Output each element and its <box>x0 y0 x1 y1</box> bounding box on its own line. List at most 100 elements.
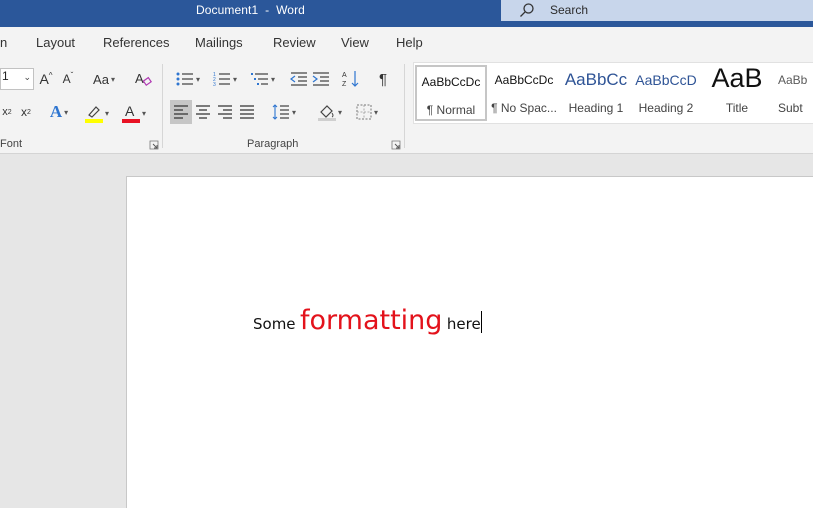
group-separator <box>162 64 163 148</box>
line-spacing-icon <box>272 104 289 120</box>
font-dialog-launcher-icon[interactable] <box>149 140 159 150</box>
borders-icon <box>356 104 372 120</box>
chevron-down-icon: ▾ <box>141 108 146 118</box>
sort-button[interactable]: AZ <box>341 68 363 90</box>
grow-font-button[interactable]: A ^ <box>37 70 55 88</box>
grow-font-icon: ^ <box>48 70 53 80</box>
style-preview: AaBbCcD <box>635 72 697 88</box>
chevron-down-icon: ▾ <box>195 74 200 84</box>
style-title[interactable]: AaB Title <box>701 65 773 121</box>
search-box[interactable]: Search <box>501 0 813 21</box>
numbering-button[interactable]: 123 ▾ <box>208 68 242 90</box>
align-left-icon <box>174 105 188 119</box>
chevron-down-icon: ▾ <box>337 107 342 117</box>
align-right-icon <box>218 105 232 119</box>
style-preview: AaB <box>711 65 763 93</box>
chevron-down-icon: ⌄ <box>23 72 31 82</box>
style-subtitle[interactable]: AaBb Subt <box>772 65 812 121</box>
highlighter-icon <box>84 106 103 123</box>
align-center-icon <box>196 105 210 119</box>
shrink-font-button[interactable]: Aˇ <box>59 70 77 88</box>
font-size-combo[interactable]: 1 ⌄ <box>0 68 34 90</box>
increase-indent-icon <box>312 72 329 86</box>
decrease-indent-button[interactable] <box>289 68 309 90</box>
justify-button[interactable] <box>236 100 258 124</box>
ribbon: 1 ⌄ A ^ Aˇ Aa ▾ A x2 x2 A ▾ ▾ A ▾ Font ▾… <box>0 58 813 154</box>
svg-text:A: A <box>342 72 347 79</box>
chevron-down-icon: ▾ <box>104 108 109 118</box>
increase-indent-button[interactable] <box>311 68 331 90</box>
clear-formatting-button[interactable]: A <box>133 69 153 89</box>
chevron-down-icon: ▾ <box>232 74 237 84</box>
style-preview: AaBbCcDc <box>421 75 481 89</box>
bullets-button[interactable]: ▾ <box>171 68 205 90</box>
align-center-button[interactable] <box>192 100 214 124</box>
document-text-line[interactable]: Some formatting here <box>253 305 482 336</box>
tab-review[interactable]: Review <box>273 35 316 50</box>
tab-mailings[interactable]: Mailings <box>195 35 243 50</box>
chevron-down-icon: ▾ <box>110 74 115 84</box>
shading-button[interactable]: ▾ <box>313 100 347 124</box>
decrease-indent-icon <box>290 72 307 86</box>
style-name: Subt <box>778 101 803 115</box>
styles-gallery: AaBbCcDc ¶ Normal AaBbCcDc ¶ No Spac... … <box>413 62 813 124</box>
svg-text:A: A <box>125 103 135 119</box>
multilevel-list-button[interactable]: ▾ <box>246 68 280 90</box>
numbering-icon: 123 <box>213 72 230 87</box>
style-name: Heading 2 <box>638 101 694 115</box>
multilevel-list-icon <box>250 73 268 85</box>
style-heading-2[interactable]: AaBbCcD Heading 2 <box>630 65 702 121</box>
style-preview: AaBbCcDc <box>494 73 554 87</box>
style-heading-1[interactable]: AaBbCc Heading 1 <box>560 65 632 121</box>
tab-help[interactable]: Help <box>396 35 423 50</box>
align-right-button[interactable] <box>214 100 236 124</box>
document-area: Some formatting here <box>0 155 813 508</box>
chevron-down-icon: ▾ <box>291 107 296 117</box>
style-name: Title <box>725 101 749 115</box>
text-effects-icon: A <box>49 102 63 121</box>
subscript-button[interactable]: x2 <box>0 102 14 122</box>
shading-icon <box>317 105 336 121</box>
style-no-spacing[interactable]: AaBbCcDc ¶ No Spac... <box>488 65 560 121</box>
chevron-down-icon: ▾ <box>270 74 275 84</box>
chevron-down-icon: ▾ <box>373 107 378 117</box>
svg-text:Z: Z <box>342 81 347 88</box>
style-preview: AaBb <box>778 73 808 87</box>
tab-view[interactable]: View <box>341 35 369 50</box>
tab-layout[interactable]: Layout <box>36 35 75 50</box>
text-effects-button[interactable]: A ▾ <box>44 102 74 122</box>
tab-references[interactable]: References <box>103 35 169 50</box>
sort-icon: AZ <box>342 71 359 88</box>
style-normal[interactable]: AaBbCcDc ¶ Normal <box>415 65 487 121</box>
paragraph-dialog-launcher-icon[interactable] <box>391 140 401 150</box>
document-page[interactable]: Some formatting here <box>126 176 813 508</box>
style-name: ¶ Normal <box>426 103 476 117</box>
highlight-color-button[interactable]: ▾ <box>82 102 112 124</box>
show-formatting-marks-button[interactable]: ¶ <box>373 68 393 90</box>
text-cursor <box>480 311 482 333</box>
title-bar: Document1 - Word Search <box>0 0 813 27</box>
pilcrow-icon: ¶ <box>378 70 388 88</box>
bullets-icon <box>176 72 193 86</box>
group-separator <box>404 64 405 148</box>
change-case-button[interactable]: Aa ▾ <box>88 70 120 88</box>
line-spacing-button[interactable]: ▾ <box>267 100 301 124</box>
font-size-value: 1 <box>2 69 9 83</box>
svg-text:3: 3 <box>213 82 216 87</box>
style-name: Heading 1 <box>568 101 624 115</box>
align-left-button[interactable] <box>170 100 192 124</box>
clear-formatting-icon: A <box>135 71 152 87</box>
doc-word: here <box>446 315 481 333</box>
tab-home[interactable]: n <box>0 35 7 50</box>
style-preview: AaBbCc <box>564 70 628 89</box>
doc-word-formatted: formatting <box>300 305 443 336</box>
menu-bar: n Layout References Mailings Review View… <box>0 27 813 58</box>
doc-word: Some <box>253 315 296 333</box>
shrink-font-icon: ˇ <box>70 70 74 80</box>
borders-button[interactable]: ▾ <box>350 100 384 124</box>
search-icon <box>520 3 534 17</box>
superscript-button[interactable]: x2 <box>18 102 34 122</box>
font-color-icon: A <box>121 103 140 123</box>
svg-text:A: A <box>135 71 144 86</box>
font-color-button[interactable]: A ▾ <box>118 102 150 124</box>
